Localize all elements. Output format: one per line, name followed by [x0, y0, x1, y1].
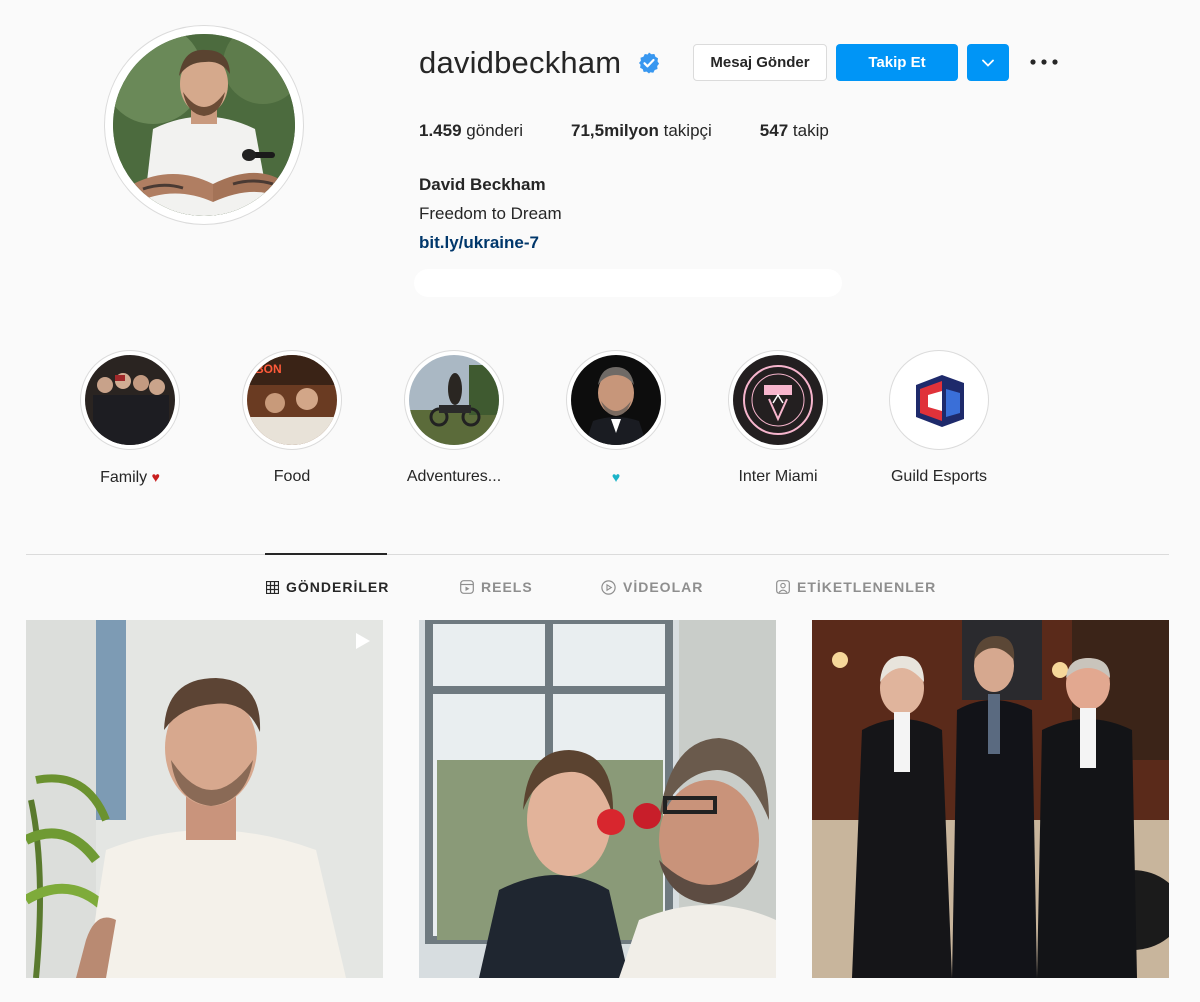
- tab-label: VİDEOLAR: [623, 579, 704, 595]
- highlight-ring: [80, 350, 180, 450]
- guild-esports-logo-icon: [894, 355, 984, 445]
- follow-button[interactable]: Takip Et: [836, 44, 958, 81]
- verified-badge-icon: [639, 52, 660, 74]
- following-label: takip: [792, 121, 829, 140]
- highlight-ring: [566, 350, 666, 450]
- inter-miami-logo-icon: [733, 355, 823, 445]
- post-thumbnail[interactable]: [812, 620, 1169, 978]
- profile-link[interactable]: bit.ly/ukraine-7: [419, 233, 539, 253]
- video-icon: [601, 579, 616, 595]
- highlight-ring: BON: [242, 350, 342, 450]
- red-heart-icon: ♥: [151, 469, 160, 485]
- suggested-dropdown-button[interactable]: [967, 44, 1009, 81]
- followers-stat[interactable]: 71,5milyon takipçi: [571, 120, 712, 142]
- tab-label: GÖNDERİLER: [286, 579, 390, 595]
- tab-posts[interactable]: GÖNDERİLER: [266, 579, 389, 595]
- profile-bio: Freedom to Dream: [419, 204, 562, 223]
- highlight-heart[interactable]: ♥: [556, 350, 676, 488]
- following-stat[interactable]: 547 takip: [760, 120, 829, 142]
- followers-count: 71,5milyon: [571, 121, 659, 140]
- reel-play-icon: [356, 633, 370, 649]
- reels-icon: [460, 580, 474, 594]
- chevron-down-icon: [982, 59, 994, 67]
- tagged-icon: [776, 580, 790, 594]
- profile-username: davidbeckham: [419, 45, 622, 80]
- tab-label: REELS: [481, 579, 533, 595]
- highlight-guild-esports[interactable]: Guild Esports: [879, 350, 999, 487]
- active-tab-indicator: [265, 553, 387, 555]
- highlight-inter-miami[interactable]: Inter Miami: [718, 350, 838, 487]
- highlight-ring: [404, 350, 504, 450]
- posts-label: gönderi: [466, 121, 523, 140]
- profile-avatar-ring[interactable]: [104, 25, 304, 225]
- tab-videos[interactable]: VİDEOLAR: [601, 579, 703, 595]
- teal-heart-icon: ♥: [611, 469, 621, 485]
- highlight-label-text: Family: [100, 469, 148, 486]
- highlight-adventures[interactable]: Adventures...: [394, 350, 514, 487]
- highlight-cover: [409, 355, 499, 445]
- posts-count: 1.459: [419, 121, 462, 140]
- highlight-cover: [571, 355, 661, 445]
- followed-by-placeholder: [414, 269, 842, 297]
- highlight-ring: [889, 350, 989, 450]
- highlight-ring: [728, 350, 828, 450]
- highlight-label: Family ♥: [70, 467, 190, 488]
- highlight-cover: BON: [247, 355, 337, 445]
- profile-avatar[interactable]: [113, 34, 295, 216]
- tab-label: ETİKETLENENLER: [797, 579, 937, 595]
- highlight-label: ♥: [556, 467, 676, 488]
- post-thumbnail[interactable]: [419, 620, 776, 978]
- tab-reels[interactable]: REELS: [460, 579, 533, 595]
- followers-label: takipçi: [663, 121, 712, 140]
- following-count: 547: [759, 121, 789, 140]
- message-button[interactable]: Mesaj Gönder: [693, 44, 827, 81]
- profile-stats: 1.459 gönderi 71,5milyon takipçi 547 tak…: [419, 120, 877, 142]
- highlight-label: Adventures...: [406, 468, 502, 485]
- post-thumbnail[interactable]: [26, 620, 383, 978]
- highlight-food[interactable]: BON Food: [232, 350, 352, 487]
- highlight-label: Inter Miami: [738, 468, 818, 485]
- svg-text:BON: BON: [255, 362, 282, 376]
- profile-full-name: David Beckham: [419, 175, 546, 194]
- tabs-divider: [26, 554, 1169, 555]
- highlight-label: Guild Esports: [890, 468, 988, 485]
- tab-tagged[interactable]: ETİKETLENENLER: [776, 579, 936, 595]
- grid-icon: [266, 580, 279, 594]
- highlight-family[interactable]: Family ♥: [70, 350, 190, 488]
- posts-stat: 1.459 gönderi: [419, 120, 523, 142]
- more-dots-icon: [1030, 59, 1058, 65]
- highlight-label: Food: [273, 468, 311, 485]
- highlight-cover: [85, 355, 175, 445]
- more-options-button[interactable]: [1028, 50, 1060, 74]
